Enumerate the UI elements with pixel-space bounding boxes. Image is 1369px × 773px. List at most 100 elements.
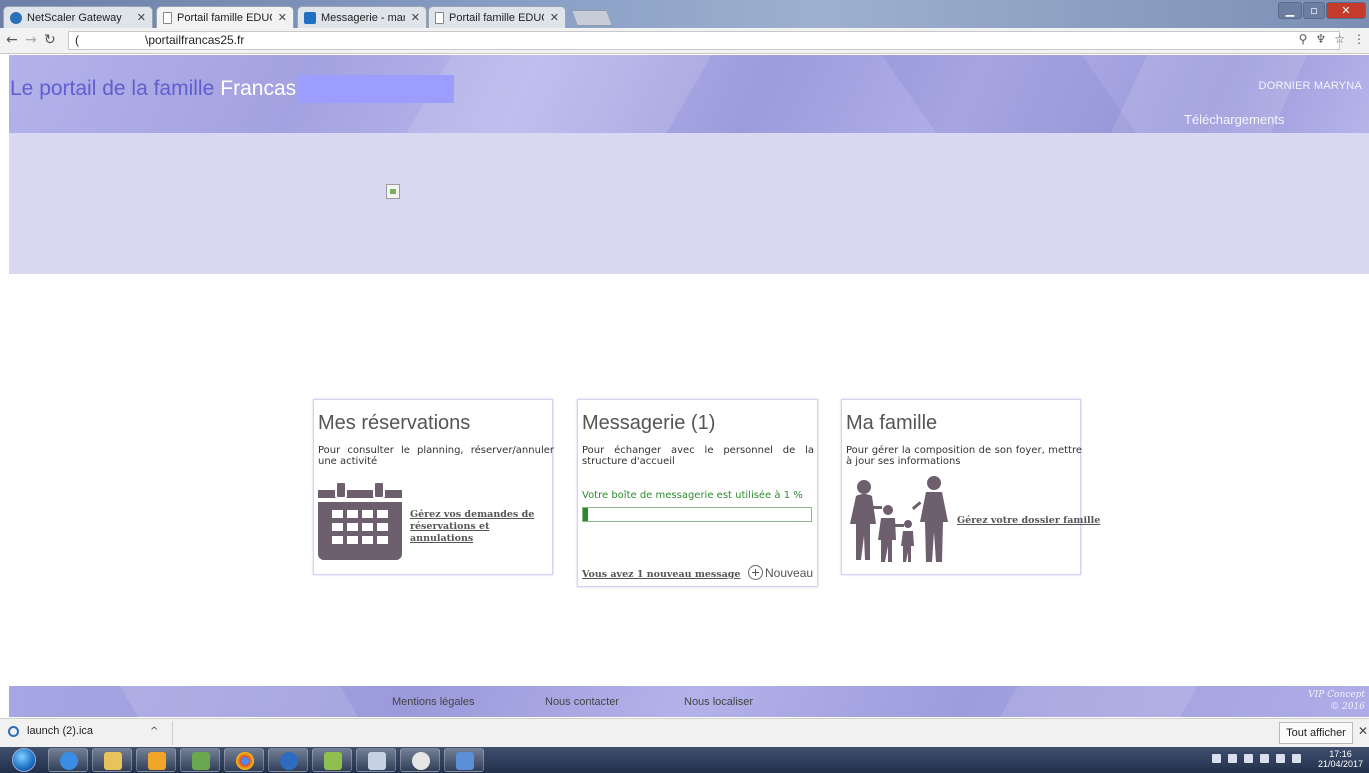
start-button-icon[interactable] (12, 748, 36, 772)
new-message-link[interactable]: Vous avez 1 nouveau message (582, 569, 740, 581)
browser-tab-portail-active[interactable]: Portail famille EDUCATIO ✕ (156, 6, 294, 28)
zoom-icon[interactable]: ⚲ (1299, 32, 1308, 46)
card-description: Pour échanger avec le personnel de la st… (582, 445, 814, 467)
mailbox-usage-fill (583, 508, 588, 521)
card-title: Messagerie (1) (582, 412, 716, 434)
taskbar-explorer-icon[interactable] (92, 748, 132, 772)
footer-credit: VIP Concept © 2016 (1308, 689, 1365, 713)
card-title: Ma famille (846, 412, 938, 434)
download-bar: launch (2).ica ^ Tout afficher ✕ (0, 718, 1369, 747)
site-footer: Mentions légales Nous contacter Nous loc… (9, 686, 1369, 717)
card-reservations: Mes réservations Pour consulter le plann… (313, 399, 554, 575)
download-divider (172, 721, 173, 745)
page-icon (435, 11, 444, 24)
footer-decoration (1000, 686, 1198, 717)
browser-tab-portail-2[interactable]: Portail famille EDUCATIO ✕ (428, 6, 566, 28)
outlook-icon (304, 11, 316, 24)
site-header: Le portail de la famille Francas DORNIER … (9, 55, 1369, 133)
card-description: Pour gérer la composition de son foyer, … (846, 445, 1082, 467)
url-prefix: ( (75, 33, 79, 47)
taskbar-ie-icon[interactable] (48, 748, 88, 772)
taskbar-outlook-icon[interactable] (136, 748, 176, 772)
bookmark-star-icon[interactable]: ☆ (1334, 32, 1345, 46)
footer-credit-year: © 2016 (1330, 702, 1365, 712)
footer-decoration (120, 686, 358, 717)
family-icon (850, 476, 948, 562)
taskbar-app2-icon[interactable] (312, 748, 352, 772)
downloads-link[interactable]: Téléchargements (1184, 112, 1284, 127)
site-brand: Francas (220, 77, 297, 100)
reservations-link[interactable]: Gérez vos demandes de réservations et an… (410, 509, 550, 545)
new-tab-button[interactable] (571, 10, 613, 26)
browser-tab-netscaler[interactable]: NetScaler Gateway ✕ (3, 6, 153, 28)
extension-icon[interactable]: ♆ (1315, 32, 1326, 46)
close-window-icon[interactable]: ✕ (1326, 2, 1366, 19)
tray-volume-icon[interactable] (1244, 754, 1253, 763)
back-arrow-icon[interactable]: ← (6, 32, 18, 48)
menu-dots-icon[interactable]: ⋮ (1353, 32, 1365, 46)
calendar-icon (318, 481, 402, 560)
url-field[interactable]: ( \portailfrancas25.fr (68, 31, 1340, 50)
close-tab-icon[interactable]: ✕ (278, 11, 287, 24)
address-bar-icons: ⚲ ♆ ☆ ⋮ (1299, 32, 1365, 46)
site-title[interactable]: Le portail de la famille Francas (10, 77, 296, 101)
taskbar-app-icon[interactable] (180, 748, 220, 772)
clock-time: 17:16 (1329, 749, 1352, 759)
tray-clock[interactable]: 17:16 21/04/2017 (1318, 749, 1363, 769)
plus-circle-icon (748, 565, 763, 580)
redacted-box (298, 75, 454, 103)
card-famille: Ma famille Pour gérer la composition de … (841, 399, 1100, 575)
close-tab-icon[interactable]: ✕ (550, 11, 559, 24)
site-title-prefix: Le portail de la famille (10, 77, 215, 100)
mailbox-usage-text: Votre boîte de messagerie est utilisée à… (582, 490, 803, 501)
chevron-up-icon[interactable]: ^ (150, 726, 158, 737)
card-description: Pour consulter le planning, réserver/ann… (318, 445, 554, 467)
close-download-bar-icon[interactable]: ✕ (1358, 724, 1368, 738)
reload-icon[interactable]: ↻ (44, 32, 56, 48)
footer-link-contact[interactable]: Nous contacter (545, 696, 619, 708)
window-controls: ▁ ▫ ✕ (1277, 2, 1366, 20)
tray-arrow-icon[interactable] (1212, 754, 1221, 763)
tab-label: NetScaler Gateway (27, 11, 122, 24)
user-name[interactable]: DORNIER MARYNA (1259, 80, 1362, 92)
mailbox-usage-bar (582, 507, 812, 522)
footer-credit-name[interactable]: VIP Concept (1308, 689, 1365, 701)
tab-label: Messagerie - maryna350 (321, 11, 405, 24)
citrix-file-icon (8, 725, 19, 737)
netscaler-icon (10, 11, 22, 24)
footer-link-localiser[interactable]: Nous localiser (684, 696, 753, 708)
page-icon (163, 11, 172, 24)
banner (9, 133, 1369, 274)
new-message-button[interactable]: Nouveau (748, 565, 813, 580)
taskbar-browser-icon[interactable] (268, 748, 308, 772)
show-all-downloads-button[interactable]: Tout afficher (1279, 722, 1353, 744)
card-title: Mes réservations (318, 412, 471, 434)
tray-network-icon[interactable] (1228, 754, 1237, 763)
taskbar-network-icon[interactable] (444, 748, 484, 772)
clock-date: 21/04/2017 (1317, 759, 1363, 769)
new-button-label: Nouveau (765, 565, 814, 580)
windows-taskbar: 17:16 21/04/2017 (0, 747, 1369, 773)
footer-link-mentions[interactable]: Mentions légales (392, 696, 475, 708)
close-tab-icon[interactable]: ✕ (411, 11, 420, 24)
download-item[interactable]: launch (2).ica (8, 725, 93, 737)
taskbar-calculator-icon[interactable] (356, 748, 396, 772)
close-tab-icon[interactable]: ✕ (137, 11, 146, 24)
tray-signal-icon[interactable] (1276, 754, 1285, 763)
tab-label: Portail famille EDUCATIO (449, 11, 544, 24)
card-messagerie: Messagerie (1) Pour échanger avec le per… (577, 399, 818, 587)
tab-label: Portail famille EDUCATIO (177, 11, 272, 24)
minimize-icon[interactable]: ▁ (1278, 2, 1302, 19)
address-bar: ← → ↻ ( \portailfrancas25.fr ⚲ ♆ ☆ ⋮ (0, 28, 1369, 54)
browser-tab-messagerie[interactable]: Messagerie - maryna350 ✕ (297, 6, 427, 28)
broken-image-icon (386, 184, 400, 199)
tray-update-icon[interactable] (1292, 754, 1301, 763)
family-dossier-link[interactable]: Gérez votre dossier famille (957, 515, 1100, 527)
taskbar-chrome-icon[interactable] (224, 748, 264, 772)
forward-arrow-icon[interactable]: → (25, 32, 37, 48)
maximize-icon[interactable]: ▫ (1303, 2, 1325, 19)
taskbar-citrix-icon[interactable] (400, 748, 440, 772)
download-file-name: launch (2).ica (27, 725, 94, 737)
tray-flag-icon[interactable] (1260, 754, 1269, 763)
url-host: \portailfrancas25.fr (145, 33, 245, 47)
